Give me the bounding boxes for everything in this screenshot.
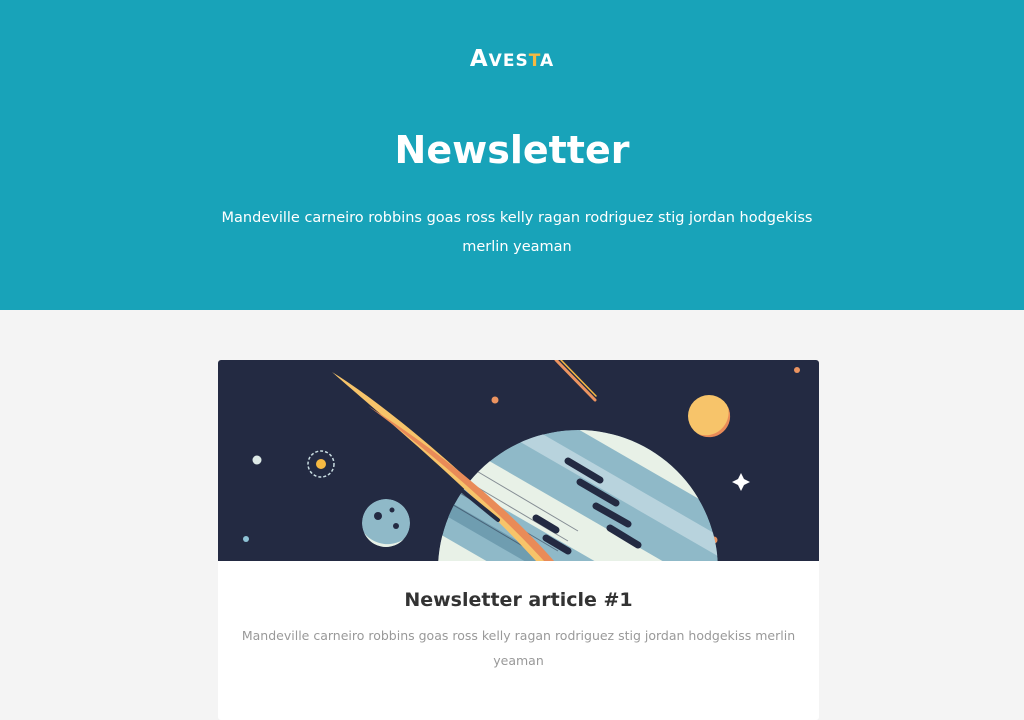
article-title[interactable]: Newsletter article #1 [218,586,819,614]
hero-banner: AVESTA Newsletter Mandeville carneiro ro… [0,0,1024,310]
article-description: Mandeville carneiro robbins goas ross ke… [241,628,796,668]
article-card: Newsletter article #1 Mandeville carneir… [218,360,819,720]
avesta-logo[interactable]: AVESTA [0,46,1024,72]
page-title: Newsletter [394,128,630,172]
hero-description: Mandeville carneiro robbins goas ross ke… [221,210,813,255]
space-planet-illustration-icon[interactable] [218,360,819,561]
